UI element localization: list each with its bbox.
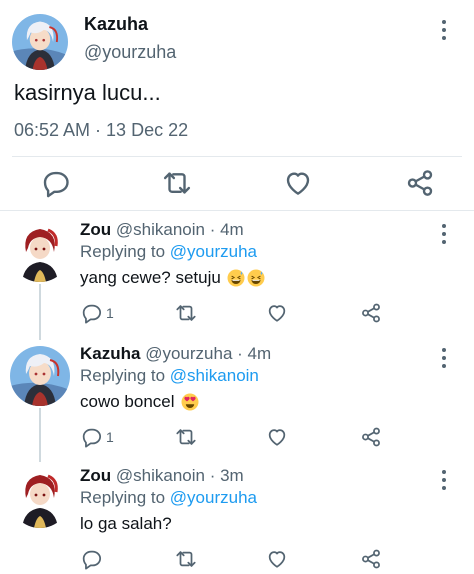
reply-tweet[interactable]: Zou @shikanoin · 3m Replying to @yourzuh… — [0, 454, 474, 574]
author-handle[interactable]: @shikanoin — [116, 220, 205, 239]
like-icon[interactable] — [283, 168, 313, 198]
avatar[interactable] — [10, 468, 70, 528]
more-options-icon[interactable] — [438, 468, 450, 492]
mention-link[interactable]: @shikanoin — [170, 366, 259, 385]
reply-icon[interactable] — [40, 168, 70, 198]
reply-text: yang cewe? setuju — [80, 268, 221, 287]
reply-text-row: yang cewe? setuju — [80, 268, 265, 288]
retweet-icon[interactable] — [162, 168, 192, 198]
tweet-timestamp[interactable]: 06:52 AM · 13 Dec 22 — [14, 120, 188, 141]
grinning-sweat-emoji — [226, 269, 245, 287]
reply-tweet[interactable]: Kazuha @yourzuha · 4m Replying to @shika… — [0, 332, 474, 462]
avatar-image — [10, 346, 70, 406]
share-icon[interactable] — [360, 426, 382, 448]
like-icon[interactable] — [266, 426, 288, 448]
avatar-image — [12, 14, 68, 70]
retweet-icon[interactable] — [175, 302, 197, 324]
author-handle[interactable]: @yourzuha — [145, 344, 232, 363]
reply-header: Zou @shikanoin · 4m — [80, 220, 244, 240]
dot-separator: · — [204, 220, 221, 239]
share-icon[interactable] — [360, 302, 382, 324]
replying-to-label: Replying to — [80, 366, 166, 385]
author-name[interactable]: Kazuha — [84, 14, 148, 35]
reply-time[interactable]: 4m — [248, 344, 272, 363]
share-icon[interactable] — [360, 548, 382, 570]
thread-line — [39, 454, 41, 462]
replying-to-label: Replying to — [80, 488, 166, 507]
share-icon[interactable] — [405, 168, 435, 198]
more-options-icon[interactable] — [438, 222, 450, 246]
more-options-icon[interactable] — [438, 18, 450, 42]
replying-to: Replying to @yourzuha — [80, 488, 257, 508]
mention-link[interactable]: @yourzuha — [170, 242, 257, 261]
thread-line — [39, 284, 41, 334]
thread-line — [39, 332, 41, 340]
replying-to-label: Replying to — [80, 242, 166, 261]
retweet-icon[interactable] — [175, 548, 197, 570]
avatar[interactable] — [10, 346, 70, 406]
like-icon[interactable] — [266, 548, 288, 570]
replying-to: Replying to @shikanoin — [80, 366, 259, 386]
more-options-icon[interactable] — [438, 346, 450, 370]
reply-icon[interactable] — [80, 548, 102, 570]
reply-icon[interactable] — [80, 302, 102, 324]
author-name[interactable]: Zou — [80, 466, 111, 485]
reply-text: lo ga salah? — [80, 514, 172, 533]
reply-count: 1 — [106, 429, 114, 445]
main-tweet: Kazuha @yourzuha kasirnya lucu... 06:52 … — [0, 0, 474, 210]
avatar-image — [10, 468, 70, 528]
reply-header: Zou @shikanoin · 3m — [80, 466, 244, 486]
avatar[interactable] — [10, 222, 70, 282]
reply-text-row: lo ga salah? — [80, 514, 172, 534]
reply-header: Kazuha @yourzuha · 4m — [80, 344, 271, 364]
replying-to: Replying to @yourzuha — [80, 242, 257, 262]
dot-separator: · — [232, 344, 248, 363]
tweet-text: kasirnya lucu... — [14, 80, 161, 105]
reply-tweet[interactable]: Zou @shikanoin · 4m Replying to @yourzuh… — [0, 212, 474, 334]
divider — [12, 156, 462, 157]
mention-link[interactable]: @yourzuha — [170, 488, 257, 507]
author-handle[interactable]: @yourzuha — [84, 42, 176, 63]
reply-icon[interactable] — [80, 426, 102, 448]
avatar[interactable] — [12, 14, 68, 70]
reply-text: cowo boncel — [80, 392, 175, 411]
heart-eyes-emoji — [181, 393, 199, 411]
reply-time[interactable]: 3m — [220, 466, 244, 485]
like-icon[interactable] — [266, 302, 288, 324]
author-handle[interactable]: @shikanoin — [116, 466, 205, 485]
author-name[interactable]: Kazuha — [80, 344, 140, 363]
retweet-icon[interactable] — [175, 426, 197, 448]
author-name[interactable]: Zou — [80, 220, 111, 239]
dot-separator: · — [204, 466, 221, 485]
grinning-sweat-emoji — [246, 269, 265, 287]
reply-time[interactable]: 4m — [220, 220, 244, 239]
avatar-image — [10, 222, 70, 282]
divider — [0, 210, 474, 211]
reply-text-row: cowo boncel — [80, 392, 199, 412]
reply-count: 1 — [106, 305, 114, 321]
